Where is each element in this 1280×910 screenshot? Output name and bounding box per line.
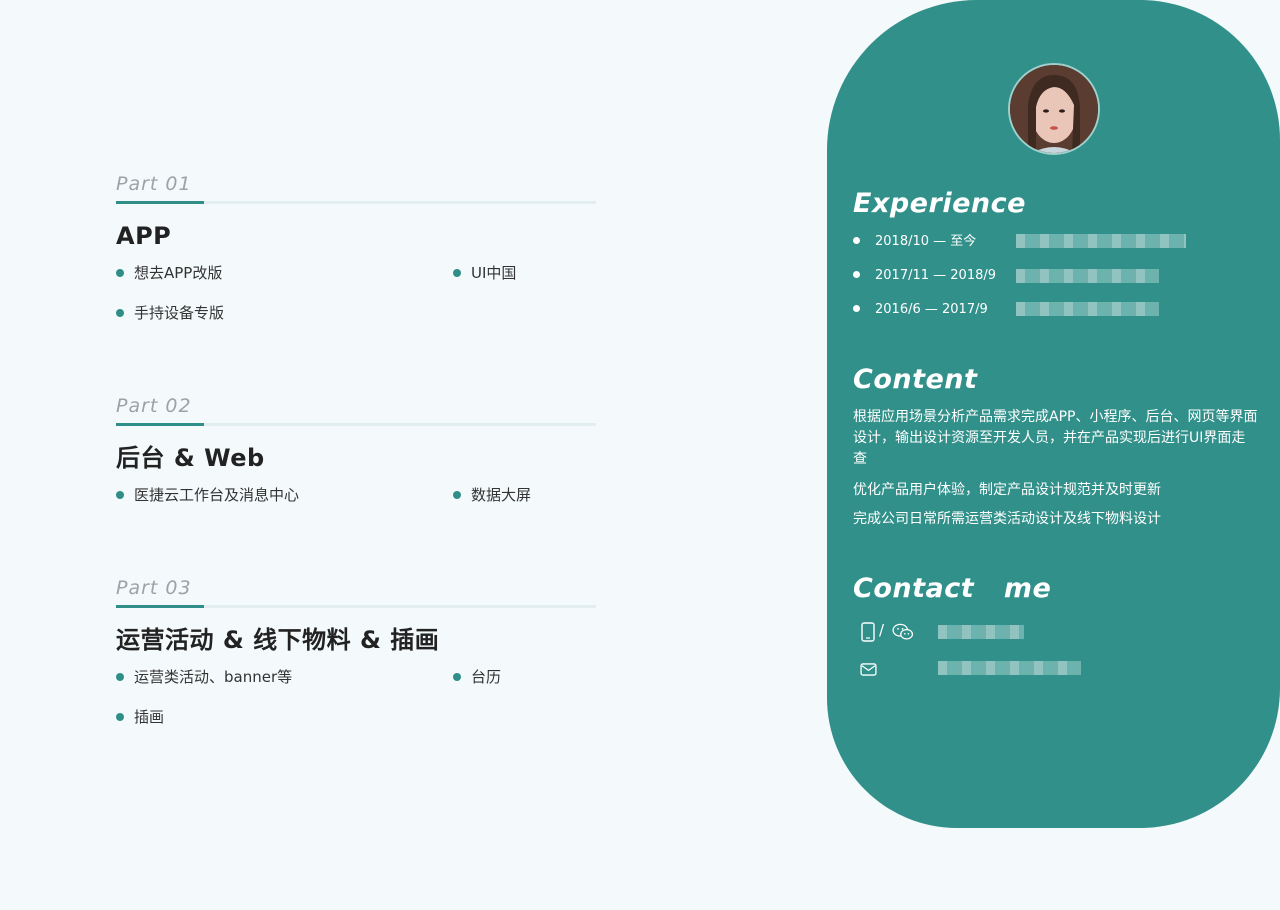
content-title: Content	[853, 364, 978, 395]
list-item: 运营类活动、banner等	[116, 666, 292, 688]
redacted-company	[1016, 234, 1186, 248]
part-title: 后台 & Web	[116, 444, 265, 472]
part-divider	[116, 423, 596, 426]
part-title: 运营活动 & 线下物料 & 插画	[116, 626, 440, 654]
bullet-icon	[453, 269, 461, 277]
contact-separator: /	[879, 621, 885, 639]
experience-row: 2018/10 — 至今	[853, 232, 1253, 252]
bullet-icon	[453, 673, 461, 681]
item-label: UI中国	[471, 264, 517, 282]
contact-title: Contact me	[853, 573, 1052, 604]
bullet-icon	[853, 271, 860, 278]
part-divider-accent	[116, 605, 204, 608]
experience-date: 2018/10 — 至今	[875, 234, 977, 249]
experience-row: 2017/11 — 2018/9	[853, 266, 1253, 286]
item-label: 医捷云工作台及消息中心	[134, 486, 300, 504]
experience-date: 2017/11 — 2018/9	[875, 268, 997, 283]
redacted-email	[938, 661, 1081, 675]
item-label: 台历	[471, 668, 502, 686]
list-item: 医捷云工作台及消息中心	[116, 484, 299, 506]
redacted-company	[1016, 269, 1159, 283]
bullet-icon	[116, 673, 124, 681]
bullet-icon	[853, 237, 860, 244]
part-divider	[116, 605, 596, 608]
part-label: Part 03	[116, 577, 192, 599]
redacted-company	[1016, 302, 1159, 316]
redacted-wechat	[938, 625, 1024, 639]
part-divider-accent	[116, 423, 204, 426]
mail-icon	[860, 663, 877, 676]
part-divider-accent	[116, 201, 204, 204]
experience-date: 2016/6 — 2017/9	[875, 302, 988, 317]
part-03: Part 03 运营活动 & 线下物料 & 插画 运营类活动、banner等 台…	[116, 577, 596, 726]
content-paragraph: 优化产品用户体验，制定产品设计规范并及时更新	[853, 482, 1161, 498]
item-label: 运营类活动、banner等	[134, 668, 293, 686]
part-label: Part 01	[116, 173, 192, 195]
content-paragraph: 完成公司日常所需运营类活动设计及线下物料设计	[853, 511, 1161, 527]
avatar	[1008, 63, 1100, 155]
experience-row: 2016/6 — 2017/9	[853, 300, 1253, 320]
list-item: 数据大屏	[453, 484, 531, 506]
item-label: 想去APP改版	[134, 264, 223, 282]
experience-title: Experience	[853, 188, 1026, 219]
part-divider	[116, 201, 596, 204]
content-paragraph: 根据应用场景分析产品需求完成APP、小程序、后台、网页等界面设计，输出设计资源至…	[853, 409, 1258, 467]
wechat-icon	[892, 623, 914, 640]
bullet-icon	[453, 491, 461, 499]
list-item: 想去APP改版	[116, 262, 222, 284]
part-01: Part 01 APP 想去APP改版 UI中国 手持设备专版	[116, 173, 596, 322]
bullet-icon	[116, 309, 124, 317]
profile-panel: Experience 2018/10 — 至今 2017/11 — 2018/9…	[827, 0, 1280, 828]
bullet-icon	[853, 305, 860, 312]
part-02: Part 02 后台 & Web 医捷云工作台及消息中心 数据大屏	[116, 395, 596, 504]
bullet-icon	[116, 269, 124, 277]
part-label: Part 02	[116, 395, 192, 417]
item-label: 数据大屏	[471, 486, 532, 504]
list-item: 台历	[453, 666, 501, 688]
part-title: APP	[116, 222, 172, 250]
list-item: UI中国	[453, 262, 516, 284]
bullet-icon	[116, 491, 124, 499]
list-item: 手持设备专版	[116, 302, 224, 324]
avatar-photo	[1010, 65, 1098, 153]
bullet-icon	[116, 713, 124, 721]
item-label: 插画	[134, 708, 165, 726]
item-label: 手持设备专版	[134, 304, 225, 322]
phone-icon	[861, 622, 875, 642]
list-item: 插画	[116, 706, 164, 728]
